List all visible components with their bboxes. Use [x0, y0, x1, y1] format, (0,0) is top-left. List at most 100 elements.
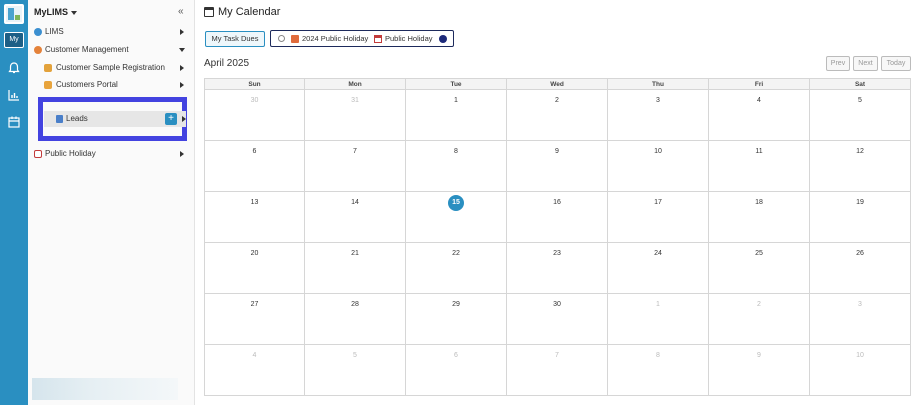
- month-title: April 2025: [204, 58, 250, 69]
- calendar-week: 13 14 15 16 17 18 19: [205, 192, 910, 243]
- calendar-day-cell[interactable]: 4: [205, 345, 305, 396]
- chevron-right-icon: [182, 116, 186, 122]
- calendar-day-cell[interactable]: 6: [406, 345, 507, 396]
- calendar-day-cell[interactable]: 3: [810, 294, 910, 345]
- collapse-sidebar-icon[interactable]: «: [178, 6, 184, 17]
- icon-rail: My: [0, 0, 28, 405]
- calendar-day-cell[interactable]: 13: [205, 192, 305, 243]
- calendar-nav-icon[interactable]: [7, 115, 21, 129]
- day-number: 14: [351, 199, 359, 206]
- globe-icon: [34, 28, 42, 36]
- calendar-day-cell[interactable]: 27: [205, 294, 305, 345]
- day-number: 21: [351, 250, 359, 257]
- calendar-day-cell[interactable]: 20: [205, 243, 305, 294]
- day-number: 5: [353, 352, 357, 359]
- calendar-day-cell[interactable]: 5: [810, 90, 910, 141]
- day-number: 7: [555, 352, 559, 359]
- calendar-day-cell[interactable]: 25: [709, 243, 810, 294]
- calendar-day-cell[interactable]: 15: [406, 192, 507, 243]
- calendar-day-cell[interactable]: 10: [608, 141, 709, 192]
- day-number: 30: [553, 301, 561, 308]
- calendar-day-cell[interactable]: 30: [507, 294, 608, 345]
- calendar-day-cell[interactable]: 1: [608, 294, 709, 345]
- calendar-day-cell[interactable]: 6: [205, 141, 305, 192]
- chevron-right-icon: [180, 82, 184, 88]
- calendar-day-cell[interactable]: 4: [709, 90, 810, 141]
- add-lead-button[interactable]: +: [165, 113, 177, 125]
- sidebar-item-public-holiday[interactable]: Public Holiday: [28, 147, 194, 161]
- calendar-day-cell[interactable]: 18: [709, 192, 810, 243]
- calendar-day-cell[interactable]: 21: [305, 243, 406, 294]
- calendar-day-cell[interactable]: 8: [608, 345, 709, 396]
- calendar-week: 6 7 8 9 10 11 12: [205, 141, 910, 192]
- my-task-dues-button[interactable]: My Task Dues: [205, 31, 265, 47]
- day-number: 3: [858, 301, 862, 308]
- bell-icon[interactable]: [7, 61, 21, 75]
- calendar-legend[interactable]: 2024 Public Holiday Public Holiday: [270, 30, 454, 47]
- calendar-day-cell[interactable]: 8: [406, 141, 507, 192]
- calendar-day-cell[interactable]: 22: [406, 243, 507, 294]
- calendar-icon: [374, 35, 382, 43]
- weekday-label: Wed: [507, 79, 608, 90]
- day-number: 10: [654, 148, 662, 155]
- calendar-day-cell[interactable]: 29: [406, 294, 507, 345]
- day-number: 23: [553, 250, 561, 257]
- calendar-day-cell[interactable]: 17: [608, 192, 709, 243]
- prev-button[interactable]: Prev: [826, 56, 850, 71]
- calendar-day-cell[interactable]: 9: [507, 141, 608, 192]
- sidebar-title[interactable]: MyLIMS: [34, 7, 78, 17]
- calendar-day-cell[interactable]: 5: [305, 345, 406, 396]
- day-number: 4: [757, 97, 761, 104]
- calendar-day-cell[interactable]: 19: [810, 192, 910, 243]
- legend-label: 2024 Public Holiday: [302, 34, 369, 43]
- calendar-day-cell[interactable]: 28: [305, 294, 406, 345]
- day-number: 2: [555, 97, 559, 104]
- sidebar-item-label: Customer Sample Registration: [56, 63, 165, 72]
- weekday-header: Sun Mon Tue Wed Thu Fri Sat: [205, 79, 910, 90]
- chart-icon[interactable]: [7, 88, 21, 102]
- calendar-day-cell[interactable]: 11: [709, 141, 810, 192]
- calendar-day-cell[interactable]: 16: [507, 192, 608, 243]
- next-button[interactable]: Next: [853, 56, 878, 71]
- main-content: My Calendar My Task Dues 2024 Public Hol…: [196, 0, 920, 405]
- calendar-day-cell[interactable]: 14: [305, 192, 406, 243]
- today-button[interactable]: Today: [881, 56, 911, 71]
- calendar-day-cell[interactable]: 2: [709, 294, 810, 345]
- calendar-day-cell[interactable]: 7: [507, 345, 608, 396]
- calendar-day-cell[interactable]: 23: [507, 243, 608, 294]
- calendar-day-cell[interactable]: 31: [305, 90, 406, 141]
- calendar-day-cell[interactable]: 9: [709, 345, 810, 396]
- my-workspace-button[interactable]: My: [4, 32, 24, 48]
- calendar-week: 4 5 6 7 8 9 10: [205, 345, 910, 396]
- weekday-label: Tue: [406, 79, 507, 90]
- calendar-day-cell[interactable]: 24: [608, 243, 709, 294]
- app-logo[interactable]: [4, 4, 24, 24]
- calendar-day-cell[interactable]: 30: [205, 90, 305, 141]
- sidebar-item-lims[interactable]: LIMS: [28, 25, 194, 39]
- sidebar-item-leads[interactable]: Leads +: [44, 111, 186, 127]
- day-number: 15: [448, 195, 464, 211]
- sidebar-title-text: MyLIMS: [34, 7, 69, 17]
- weekday-label: Fri: [709, 79, 810, 90]
- sidebar-item-customer-sample-registration[interactable]: Customer Sample Registration: [28, 61, 194, 75]
- sidebar-item-customer-management[interactable]: Customer Management: [28, 43, 194, 57]
- day-number: 16: [553, 199, 561, 206]
- leads-icon: [56, 115, 63, 123]
- holiday-icon: [291, 35, 299, 43]
- calendar-day-cell[interactable]: 10: [810, 345, 910, 396]
- calendar-day-cell[interactable]: 3: [608, 90, 709, 141]
- chevron-right-icon: [180, 65, 184, 71]
- sidebar: MyLIMS « LIMS Customer Management Custom…: [28, 0, 195, 405]
- sidebar-item-customers-portal[interactable]: Customers Portal: [28, 78, 194, 92]
- calendar-day-cell[interactable]: 1: [406, 90, 507, 141]
- day-number: 30: [250, 97, 259, 104]
- calendar-day-cell[interactable]: 12: [810, 141, 910, 192]
- chevron-right-icon: [180, 29, 184, 35]
- calendar-day-cell[interactable]: 26: [810, 243, 910, 294]
- day-number: 28: [351, 301, 359, 308]
- calendar-day-cell[interactable]: 2: [507, 90, 608, 141]
- calendar-day-cell[interactable]: 7: [305, 141, 406, 192]
- calendar-grid: Sun Mon Tue Wed Thu Fri Sat 30 31 1 2 3 4 5 6 7 8 9 10 11 1…: [204, 78, 911, 396]
- day-number: 22: [452, 250, 460, 257]
- day-number: 26: [856, 250, 864, 257]
